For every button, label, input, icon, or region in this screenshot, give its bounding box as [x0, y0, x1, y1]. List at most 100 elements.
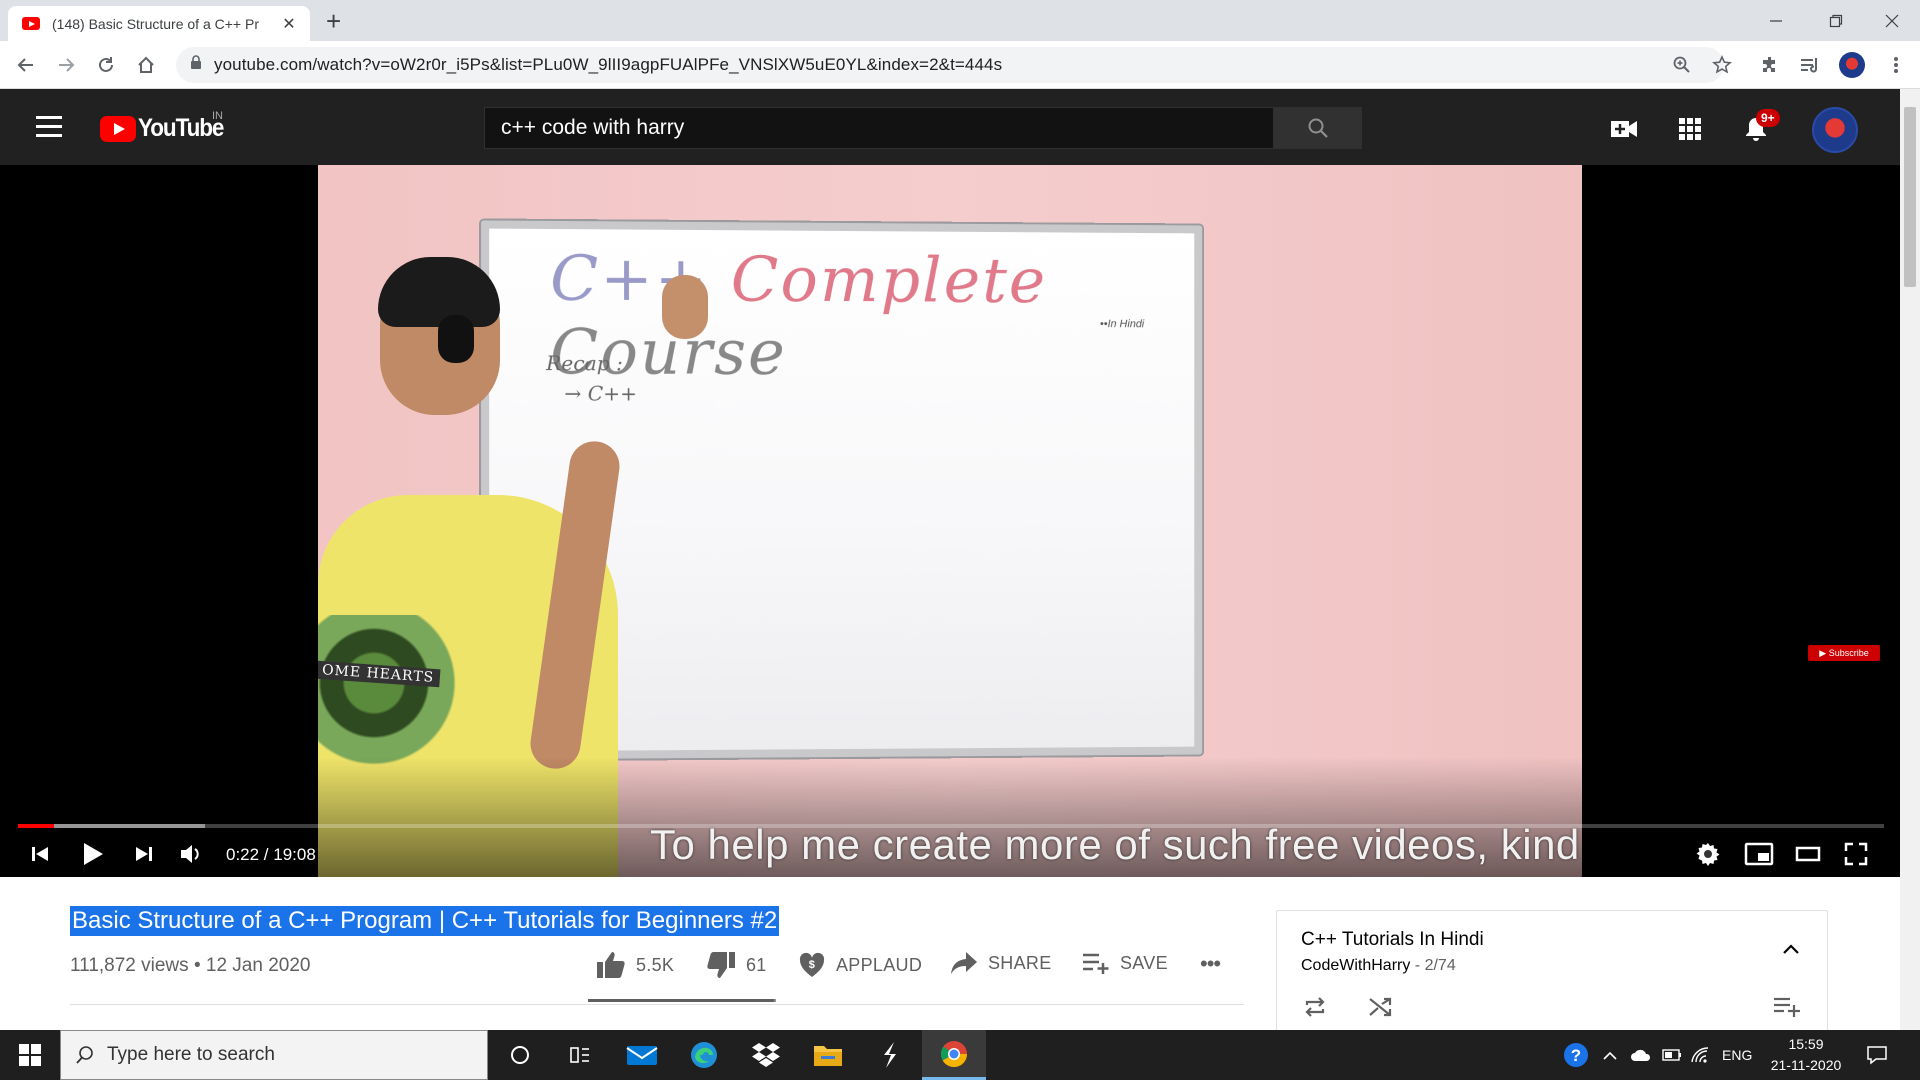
video-meta: 111,872 views • 12 Jan 2020 — [70, 955, 310, 977]
tab-close-icon[interactable]: ✕ — [280, 14, 298, 34]
search-input[interactable] — [501, 116, 1273, 140]
logo-text: YouTube — [138, 114, 224, 142]
play-icon[interactable] — [76, 836, 110, 872]
notification-center-icon[interactable] — [1866, 1030, 1888, 1080]
taskbar-search-box[interactable]: Type here to search — [60, 1030, 488, 1080]
language-indicator[interactable]: ENG — [1722, 1030, 1752, 1080]
progress-bar[interactable] — [18, 824, 1884, 828]
applaud-icon: $ — [799, 952, 825, 977]
chevron-up-icon[interactable] — [1602, 1030, 1618, 1080]
back-icon[interactable] — [10, 49, 42, 81]
notification-count-badge: 9+ — [1756, 109, 1780, 127]
playlist-subtitle: CodeWithHarry - 2/74 — [1301, 957, 1456, 975]
applaud-label: APPLAUD — [836, 954, 923, 975]
edge-icon[interactable] — [674, 1030, 734, 1080]
video-player[interactable]: C++ Complete Course ••In Hindi Recap : →… — [0, 165, 1900, 877]
battery-icon[interactable] — [1662, 1030, 1682, 1080]
publish-date: 12 Jan 2020 — [205, 955, 311, 976]
sentiment-bar — [588, 999, 776, 1002]
chrome-icon[interactable] — [922, 1030, 986, 1080]
video-title: Basic Structure of a C++ Program | C++ T… — [70, 906, 780, 936]
page-scrollbar[interactable] — [1900, 89, 1920, 1030]
progress-played — [18, 824, 54, 828]
url-text[interactable]: youtube.com/watch?v=oW2r0r_i5Ps&list=PLu… — [214, 55, 1002, 75]
svg-text:?: ? — [1571, 1046, 1581, 1065]
onedrive-icon[interactable] — [1630, 1030, 1652, 1080]
playlist-title[interactable]: C++ Tutorials In Hindi — [1301, 929, 1484, 951]
youtube-logo[interactable]: YouTube IN — [100, 110, 233, 143]
file-explorer-icon[interactable] — [798, 1030, 858, 1080]
cortana-icon[interactable] — [490, 1030, 550, 1080]
browser-toolbar: youtube.com/watch?v=oW2r0r_i5Ps&list=PLu… — [0, 41, 1920, 89]
lock-icon[interactable] — [190, 55, 202, 75]
clock-date: 21-11-2020 — [1770, 1057, 1842, 1073]
taskbar-clock[interactable]: 15:59 21-11-2020 — [1760, 1034, 1852, 1076]
notifications-icon[interactable]: 9+ — [1736, 109, 1780, 149]
address-bar[interactable]: youtube.com/watch?v=oW2r0r_i5Ps&list=PLu… — [176, 47, 1724, 83]
new-tab-button[interactable]: + — [326, 6, 341, 36]
profile-icon[interactable] — [1836, 49, 1868, 81]
country-code: IN — [212, 110, 223, 122]
apps-icon[interactable] — [1670, 109, 1710, 149]
board-title-main: Complete — [709, 242, 1048, 317]
like-button[interactable]: 5.5K — [596, 951, 674, 979]
subscribe-watermark[interactable]: ▶ Subscribe — [1808, 645, 1880, 661]
reload-icon[interactable] — [90, 49, 122, 81]
settings-icon[interactable] — [1692, 836, 1724, 872]
save-label: SAVE — [1120, 952, 1168, 973]
sentiment-like-fill — [588, 999, 774, 1002]
zoom-icon[interactable] — [1666, 49, 1698, 81]
youtube-favicon — [22, 17, 40, 30]
avatar[interactable] — [1812, 107, 1858, 153]
thumbs-down-icon — [707, 952, 735, 978]
share-button[interactable]: SHARE — [950, 951, 1052, 975]
loop-icon[interactable] — [1299, 991, 1331, 1023]
dislike-button[interactable]: 61 — [706, 951, 767, 979]
browser-tab[interactable]: (148) Basic Structure of a C++ Pr ✕ — [8, 6, 310, 41]
menu-icon[interactable] — [1880, 49, 1912, 81]
shuffle-icon[interactable] — [1365, 991, 1397, 1023]
scrollbar-thumb[interactable] — [1904, 107, 1916, 287]
caption-text: To help me create more of such free vide… — [650, 821, 1580, 868]
search-button[interactable] — [1274, 107, 1362, 149]
wifi-icon[interactable] — [1690, 1030, 1710, 1080]
media-icon[interactable] — [1794, 49, 1826, 81]
help-icon[interactable]: ? — [1562, 1030, 1590, 1080]
search-icon — [76, 1046, 93, 1064]
windows-taskbar: Type here to search ? ENG 15:59 21-11-20… — [0, 1030, 1920, 1080]
create-video-icon[interactable] — [1604, 109, 1644, 149]
meta-separator: • — [193, 955, 201, 976]
minimize-icon[interactable] — [1746, 0, 1806, 41]
extensions-icon[interactable] — [1754, 49, 1786, 81]
add-to-queue-icon[interactable] — [1771, 991, 1803, 1023]
task-view-icon[interactable] — [550, 1030, 610, 1080]
playlist-owner[interactable]: CodeWithHarry — [1301, 957, 1410, 974]
info-divider — [70, 1004, 1244, 1005]
close-icon[interactable] — [1862, 0, 1920, 41]
next-icon[interactable] — [130, 836, 158, 872]
windows-start-icon[interactable] — [0, 1030, 60, 1080]
sublime-icon[interactable] — [860, 1030, 920, 1080]
playlist-position: - 2/74 — [1410, 957, 1456, 974]
previous-icon[interactable] — [26, 836, 54, 872]
home-icon[interactable] — [130, 49, 162, 81]
miniplayer-icon[interactable] — [1742, 836, 1776, 872]
maximize-icon[interactable] — [1806, 0, 1866, 41]
fullscreen-icon[interactable] — [1840, 836, 1872, 872]
video-info: Basic Structure of a C++ Program | C++ T… — [0, 877, 1900, 1050]
save-button[interactable]: SAVE — [1082, 951, 1168, 975]
browser-tabstrip: (148) Basic Structure of a C++ Pr ✕ + — [0, 0, 1920, 41]
more-actions-button[interactable]: ••• — [1200, 951, 1221, 977]
theater-icon[interactable] — [1792, 836, 1824, 872]
dropbox-icon[interactable] — [736, 1030, 796, 1080]
star-icon[interactable] — [1706, 49, 1738, 81]
headphones — [438, 315, 474, 363]
forward-icon[interactable] — [50, 49, 82, 81]
collapse-icon[interactable] — [1775, 933, 1807, 965]
board-title: C++ Complete Course — [550, 241, 1194, 390]
mail-icon[interactable] — [612, 1030, 672, 1080]
menu-icon[interactable] — [36, 116, 62, 138]
applaud-button[interactable]: $ APPLAUD — [798, 951, 922, 979]
board-subtitle: ••In Hindi — [1099, 318, 1145, 331]
volume-icon[interactable] — [176, 836, 206, 872]
